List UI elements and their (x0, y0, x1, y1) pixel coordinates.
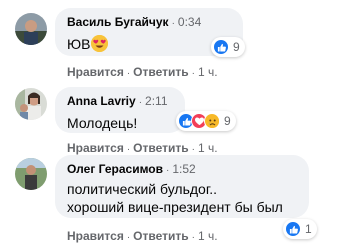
like-button[interactable]: Нравится (67, 141, 124, 155)
time-ago[interactable]: 1 ч. (198, 141, 218, 155)
sad-icon (204, 113, 220, 129)
comment-3: Олег Герасимов · 1:52 политический бульдог… (0, 155, 349, 244)
comment-bubble: Олег Герасимов · 1:52 политический бульдог… (55, 155, 309, 218)
like-button[interactable]: Нравится (67, 65, 124, 79)
reply-button[interactable]: Ответить (133, 65, 188, 79)
timestamp[interactable]: 0:34 (178, 15, 201, 29)
separator-dot: · (126, 68, 131, 79)
comment-text: ЮВ (67, 35, 231, 53)
author-name[interactable]: Anna Lavriy (67, 94, 136, 108)
like-icon (213, 39, 229, 55)
comment-2: Anna Lavriy · 2:11 Молодець! 9 Нравится · От… (0, 82, 349, 155)
time-ago[interactable]: 1 ч. (198, 65, 218, 79)
comment-actions: Нравится · Ответить · 1 ч. (67, 228, 218, 246)
comment-text-value: ЮВ (67, 36, 91, 52)
comment-text-line-2: хороший вице-президент бы был (67, 199, 283, 215)
avatar[interactable] (15, 158, 47, 190)
heart-eyes-emoji-icon (91, 35, 109, 52)
comment-text-line-1: политический бульдог.. (67, 181, 218, 197)
reaction-count: 9 (224, 114, 231, 128)
author-name[interactable]: Василь Бугайчук (67, 15, 169, 29)
separator-dot: · (126, 232, 131, 243)
reaction-summary[interactable]: 9 (211, 37, 245, 57)
reply-button[interactable]: Ответить (133, 141, 188, 155)
separator-dot: · (191, 144, 195, 155)
reaction-count: 9 (233, 40, 240, 54)
separator-dot: · (191, 232, 195, 243)
timestamp[interactable]: 1:52 (172, 162, 195, 176)
like-button[interactable]: Нравится (67, 229, 124, 243)
comment-bubble: Anna Lavriy · 2:11 Молодець! (55, 87, 185, 133)
separator-dot: · (138, 97, 143, 108)
comment-actions: Нравится · Ответить · 1 ч. (67, 64, 218, 82)
author-name[interactable]: Олег Герасимов (67, 162, 163, 176)
separator-dot: · (171, 18, 175, 29)
comment-1: Василь Бугайчук · 0:34 ЮВ 9 Нравится · Ответ… (0, 0, 349, 82)
comment-text: Молодець! (67, 115, 138, 131)
separator-dot: · (191, 68, 195, 79)
separator-dot: · (126, 144, 131, 155)
timestamp[interactable]: 2:11 (145, 94, 167, 108)
like-icon (285, 221, 301, 237)
separator-dot: · (166, 165, 170, 176)
time-ago[interactable]: 1 ч. (198, 229, 218, 243)
avatar[interactable] (15, 88, 47, 120)
reaction-count: 1 (305, 222, 312, 236)
reaction-summary[interactable]: 1 (283, 219, 317, 239)
avatar[interactable] (15, 13, 47, 45)
reaction-summary[interactable]: 9 (176, 111, 236, 131)
reply-button[interactable]: Ответить (133, 229, 188, 243)
